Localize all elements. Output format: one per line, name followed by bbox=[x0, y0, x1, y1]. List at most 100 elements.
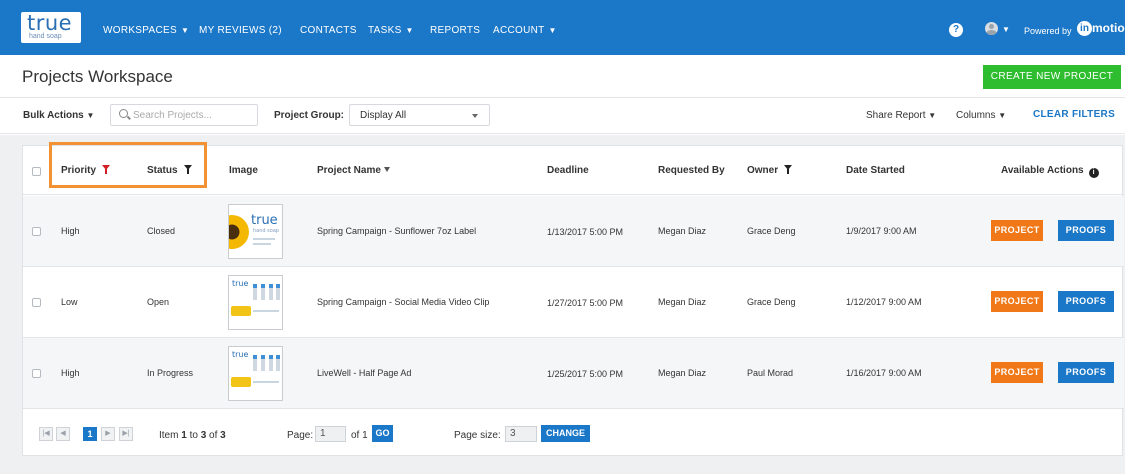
col-project-name[interactable]: Project Name bbox=[317, 165, 390, 176]
proofs-button[interactable]: PROOFS bbox=[1058, 291, 1114, 312]
cell-project-name[interactable]: LiveWell - Half Page Ad bbox=[317, 368, 411, 378]
last-page-button[interactable]: ▶| bbox=[119, 427, 133, 441]
cell-date-started: 1/9/2017 9:00 AM bbox=[846, 226, 917, 236]
current-page-button[interactable]: 1 bbox=[83, 427, 97, 441]
proofs-button[interactable]: PROOFS bbox=[1058, 362, 1114, 383]
cell-owner: Grace Deng bbox=[747, 297, 796, 307]
go-button[interactable]: GO bbox=[372, 425, 393, 442]
col-available-actions-label: Available Actions bbox=[1001, 165, 1084, 176]
filter-icon[interactable] bbox=[784, 165, 793, 174]
page-size-label: Page size: bbox=[454, 430, 501, 441]
prev-page-button[interactable]: ◀ bbox=[56, 427, 70, 441]
project-thumbnail[interactable]: true bbox=[228, 346, 283, 401]
col-requested-by[interactable]: Requested By bbox=[658, 165, 725, 176]
cell-project-name[interactable]: Spring Campaign - Sunflower 7oz Label bbox=[317, 226, 476, 236]
bulk-actions-label: Bulk Actions bbox=[23, 110, 84, 121]
thumb-brand-text: true bbox=[232, 350, 249, 359]
project-thumbnail[interactable]: true bbox=[228, 275, 283, 330]
project-group-select[interactable]: Display All bbox=[349, 104, 490, 126]
nav-my-reviews[interactable]: MY REVIEWS (2) bbox=[199, 25, 282, 36]
toolbar: Bulk Actions ▼ Project Group: Display Al… bbox=[0, 97, 1125, 134]
sunflower-image bbox=[231, 377, 251, 387]
project-button[interactable]: PROJECT bbox=[991, 362, 1043, 383]
sort-icon[interactable] bbox=[383, 167, 390, 172]
col-project-name-label: Project Name bbox=[317, 165, 381, 176]
col-status[interactable]: Status bbox=[147, 165, 192, 176]
partner-logo-text: motion bbox=[1092, 21, 1125, 35]
item-of-word: of bbox=[209, 430, 218, 441]
nav-my-reviews-label: MY REVIEWS (2) bbox=[199, 25, 282, 36]
help-icon[interactable]: ? bbox=[949, 23, 963, 37]
columns-label: Columns bbox=[956, 110, 996, 121]
bulk-actions-dropdown[interactable]: Bulk Actions ▼ bbox=[23, 110, 94, 121]
cell-owner: Grace Deng bbox=[747, 226, 796, 236]
nav-tasks[interactable]: TASKS ▼ bbox=[368, 25, 414, 36]
page-title: Projects Workspace bbox=[22, 67, 173, 86]
nav-reports-label: REPORTS bbox=[430, 25, 481, 36]
select-all-checkbox[interactable] bbox=[32, 167, 41, 176]
item-total: 3 bbox=[220, 430, 226, 441]
project-button[interactable]: PROJECT bbox=[991, 291, 1043, 312]
col-owner-label: Owner bbox=[747, 165, 779, 176]
row-checkbox[interactable] bbox=[32, 227, 41, 236]
partner-logo: inmotion bbox=[1077, 21, 1125, 37]
chevron-down-icon: ▼ bbox=[548, 26, 557, 35]
first-page-button[interactable]: |◀ bbox=[39, 427, 53, 441]
partner-logo-mark: in bbox=[1077, 21, 1092, 37]
share-report-dropdown[interactable]: Share Report ▼ bbox=[866, 110, 936, 121]
cell-date-started: 1/16/2017 9:00 AM bbox=[846, 368, 922, 378]
cell-requested-by: Megan Diaz bbox=[658, 226, 707, 236]
table-row[interactable]: High Closed true hand soap Spring Campai… bbox=[23, 196, 1124, 267]
thumb-brand-text: true bbox=[251, 213, 278, 228]
create-new-project-button[interactable]: CREATE NEW PROJECT bbox=[983, 65, 1121, 89]
caret-down-icon bbox=[472, 114, 478, 118]
item-range-text: Item 1 to 3 of 3 bbox=[159, 430, 226, 441]
sunflower-image bbox=[231, 306, 251, 316]
project-group-value: Display All bbox=[360, 110, 407, 121]
bottle-image bbox=[269, 355, 273, 371]
bottle-image bbox=[253, 284, 257, 300]
project-thumbnail[interactable]: true hand soap bbox=[228, 204, 283, 259]
proofs-button[interactable]: PROOFS bbox=[1058, 220, 1114, 241]
row-checkbox[interactable] bbox=[32, 298, 41, 307]
nav-workspaces[interactable]: WORKSPACES ▼ bbox=[103, 25, 189, 36]
cell-requested-by: Megan Diaz bbox=[658, 368, 707, 378]
filter-active-icon[interactable] bbox=[102, 165, 111, 174]
filter-icon[interactable] bbox=[183, 165, 192, 174]
search-box[interactable] bbox=[110, 104, 258, 126]
clear-filters-link[interactable]: CLEAR FILTERS bbox=[1033, 109, 1115, 120]
columns-dropdown[interactable]: Columns ▼ bbox=[956, 110, 1006, 121]
thumb-brand-sub: hand soap bbox=[253, 228, 280, 234]
chevron-down-icon: ▼ bbox=[180, 26, 190, 35]
col-status-label: Status bbox=[147, 165, 178, 176]
cell-project-name[interactable]: Spring Campaign - Social Media Video Cli… bbox=[317, 297, 489, 307]
nav-account[interactable]: ACCOUNT ▼ bbox=[493, 25, 557, 36]
col-owner[interactable]: Owner bbox=[747, 165, 793, 176]
nav-contacts[interactable]: CONTACTS bbox=[300, 25, 357, 36]
nav-tasks-label: TASKS bbox=[368, 25, 402, 36]
row-checkbox[interactable] bbox=[32, 369, 41, 378]
search-input[interactable] bbox=[133, 108, 253, 123]
info-icon[interactable]: i bbox=[1088, 168, 1099, 178]
sunflower-image bbox=[229, 215, 249, 249]
col-priority[interactable]: Priority bbox=[61, 165, 111, 176]
projects-grid: Priority Status Image Project Name Deadl… bbox=[22, 142, 1124, 456]
project-button[interactable]: PROJECT bbox=[991, 220, 1043, 241]
cell-priority: High bbox=[61, 226, 80, 236]
thumb-line bbox=[253, 238, 275, 240]
col-date-started[interactable]: Date Started bbox=[846, 165, 905, 176]
cell-status: Closed bbox=[147, 226, 176, 236]
col-deadline[interactable]: Deadline bbox=[547, 165, 589, 176]
nav-reports[interactable]: REPORTS bbox=[430, 25, 480, 36]
table-row[interactable]: High In Progress true LiveWell - Half Pa… bbox=[23, 338, 1124, 409]
chevron-down-icon[interactable]: ▼ bbox=[1002, 25, 1010, 34]
page-size-input[interactable]: 3 bbox=[505, 426, 537, 442]
next-page-button[interactable]: ▶ bbox=[101, 427, 115, 441]
thumb-line bbox=[253, 310, 279, 312]
brand-logo[interactable]: true hand soap bbox=[21, 12, 81, 43]
change-button[interactable]: CHANGE bbox=[541, 425, 590, 442]
table-row[interactable]: Low Open true Spring Campaign - Social M… bbox=[23, 267, 1124, 338]
page-number-input[interactable]: 1 bbox=[315, 426, 346, 442]
user-avatar-icon[interactable] bbox=[985, 22, 998, 35]
bottle-image bbox=[276, 284, 280, 300]
